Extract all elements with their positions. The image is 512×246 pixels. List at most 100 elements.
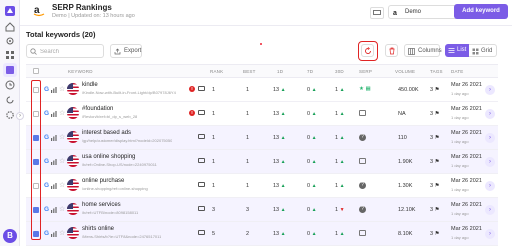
select-all-checkbox[interactable] — [33, 68, 39, 74]
serp-image-icon[interactable] — [359, 110, 366, 116]
settings-icon[interactable] — [5, 36, 15, 46]
table-row[interactable]: G ☆ kindle/Kindle-Now-with-Built-in-Front-… — [26, 78, 498, 102]
keyword-url[interactable]: /Mens-Shirts/b?ie=UTF8&node=2476517011 — [82, 234, 161, 239]
keyword-url[interactable]: /b/ref=Online-Shop-US/node=2240975011 — [82, 162, 157, 167]
serp-image-icon[interactable] — [359, 230, 366, 236]
search-box[interactable] — [26, 44, 104, 58]
tags-count[interactable]: 3 ⚑ — [430, 135, 440, 141]
google-icon[interactable]: G — [44, 230, 49, 237]
google-icon[interactable]: G — [44, 86, 49, 93]
col-rank[interactable]: RANK — [210, 69, 223, 74]
col-1d[interactable]: 1D — [277, 69, 283, 74]
tags-count[interactable]: 3 ⚑ — [430, 231, 440, 237]
keyword-text[interactable]: kindle — [82, 82, 98, 88]
row-action-button[interactable]: › — [485, 181, 495, 191]
google-icon[interactable]: G — [44, 110, 49, 117]
serp-rankings-nav[interactable] — [3, 63, 17, 77]
chart-icon[interactable] — [51, 183, 57, 189]
tags-value: 3 — [430, 207, 434, 213]
sidebar-collapse-button[interactable]: › — [16, 112, 24, 120]
col-tags[interactable]: TAGS — [430, 69, 443, 74]
app-logo-icon[interactable] — [4, 5, 16, 17]
chart-icon[interactable] — [51, 159, 57, 165]
chart-icon[interactable] — [51, 231, 57, 237]
gear-icon[interactable] — [5, 110, 15, 120]
refresh-nav-icon[interactable] — [5, 95, 15, 105]
list-view-button[interactable]: List — [445, 44, 469, 57]
tags-count[interactable]: 3 ⚑ — [430, 87, 440, 93]
grid-view-button[interactable]: Grid — [469, 44, 497, 57]
row-action-button[interactable]: › — [485, 109, 495, 119]
serp-unknown-icon[interactable]: ? — [359, 134, 366, 141]
user-avatar[interactable]: B — [3, 229, 17, 243]
tags-count[interactable]: 3 ⚑ — [430, 111, 440, 117]
home-icon[interactable] — [5, 22, 15, 32]
google-icon[interactable]: G — [44, 158, 49, 165]
keyword-url[interactable]: /Revlon/b/ref=bl_dp_s_web_28 — [82, 114, 137, 119]
tags-count[interactable]: 3 ⚑ — [430, 207, 440, 213]
error-icon[interactable]: ! — [189, 110, 195, 116]
export-button[interactable]: Export — [110, 44, 142, 58]
clock-icon[interactable] — [5, 80, 15, 90]
col-serp[interactable]: SERP — [359, 69, 372, 74]
refresh-button[interactable] — [361, 44, 374, 57]
columns-button[interactable]: Columns — [404, 44, 442, 57]
keyword-text[interactable]: usa online shopping — [82, 154, 135, 160]
error-icon[interactable]: ! — [189, 86, 195, 92]
star-icon[interactable]: ☆ — [59, 205, 65, 213]
star-icon[interactable]: ☆ — [59, 229, 65, 237]
serp-feature-icons[interactable]: ★ ▦ — [359, 86, 371, 92]
col-date[interactable]: DATE — [451, 69, 463, 74]
keyword-text[interactable]: #foundation — [82, 106, 113, 112]
add-keyword-button[interactable]: Add keyword — [454, 4, 508, 19]
chart-icon[interactable] — [51, 207, 57, 213]
keyword-text[interactable]: home services — [82, 202, 121, 208]
serp-unknown-icon[interactable]: ? — [359, 182, 366, 189]
screen-button[interactable] — [370, 7, 384, 19]
col-best[interactable]: BEST — [243, 69, 256, 74]
date-value: Mar 26 2021 — [451, 202, 482, 208]
serp-unknown-icon[interactable]: ? — [359, 206, 366, 213]
trend-up-icon: ▲ — [280, 183, 286, 189]
keyword-url[interactable]: /b/ref=UTFB/node=8098158011 — [82, 210, 138, 215]
col-volume[interactable]: VOLUME — [395, 69, 415, 74]
star-icon[interactable]: ☆ — [59, 133, 65, 141]
star-icon[interactable]: ☆ — [59, 85, 65, 93]
table-row[interactable]: G ☆ #foundation/Revlon/b/ref=bl_dp_s_web_2… — [26, 102, 498, 126]
tags-count[interactable]: 3 ⚑ — [430, 183, 440, 189]
keyword-url[interactable]: /online-shopping/ref=online-shopping — [82, 186, 148, 191]
keyword-url[interactable]: /gp/help/customer/display.html?nodeld=20… — [82, 138, 172, 143]
col-keyword[interactable]: KEYWORD — [68, 69, 93, 74]
row-action-button[interactable]: › — [485, 85, 495, 95]
table-row[interactable]: G ☆ online purchase/online-shopping/ref=on… — [26, 174, 498, 198]
table-row[interactable]: G ☆ shirts online/Mens-Shirts/b?ie=UTF8&no… — [26, 222, 498, 246]
table-row[interactable]: G ☆ home services/b/ref=UTFB/node=80981580… — [26, 198, 498, 222]
chart-icon[interactable] — [51, 135, 57, 141]
col-7d[interactable]: 7D — [307, 69, 313, 74]
table-row[interactable]: G ☆ interest based ads/gp/help/customer/di… — [26, 126, 498, 150]
google-icon[interactable]: G — [44, 134, 49, 141]
row-action-button[interactable]: › — [485, 229, 495, 239]
project-select[interactable]: a Demo ▾ — [388, 5, 463, 19]
delete-button[interactable] — [385, 44, 398, 57]
grid-menu-icon[interactable] — [5, 50, 15, 60]
star-icon[interactable]: ☆ — [59, 109, 65, 117]
chart-icon[interactable] — [51, 87, 57, 93]
star-icon[interactable]: ☆ — [59, 181, 65, 189]
row-action-button[interactable]: › — [485, 157, 495, 167]
row-action-button[interactable]: › — [485, 133, 495, 143]
keyword-text[interactable]: shirts online — [82, 226, 114, 232]
row-action-button[interactable]: › — [485, 205, 495, 215]
keyword-text[interactable]: online purchase — [82, 178, 124, 184]
col-30d[interactable]: 30D — [335, 69, 344, 74]
chart-icon[interactable] — [51, 111, 57, 117]
google-icon[interactable]: G — [44, 206, 49, 213]
google-icon[interactable]: G — [44, 182, 49, 189]
keyword-text[interactable]: interest based ads — [82, 130, 131, 136]
tags-count[interactable]: 3 ⚑ — [430, 159, 440, 165]
search-input[interactable] — [40, 47, 100, 56]
serp-image-icon[interactable] — [359, 158, 366, 164]
star-icon[interactable]: ☆ — [59, 157, 65, 165]
keyword-url[interactable]: /Kindle-Now-with-Built-in-Front-Light/dp… — [82, 90, 176, 95]
table-row[interactable]: G ☆ usa online shopping/b/ref=Online-Shop-… — [26, 150, 498, 174]
